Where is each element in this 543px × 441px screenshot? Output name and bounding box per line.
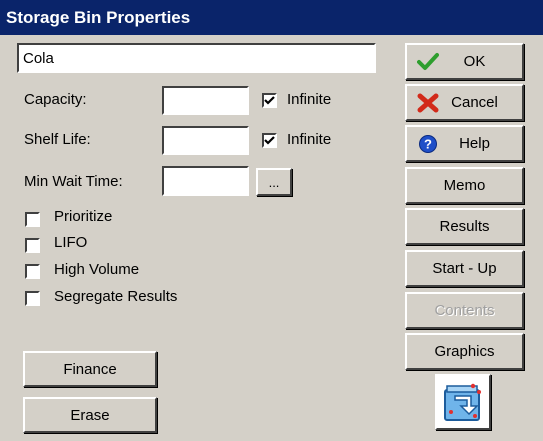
- prioritize-checkbox[interactable]: [25, 212, 40, 227]
- start-up-button[interactable]: Start - Up: [405, 250, 524, 287]
- memo-button[interactable]: Memo: [405, 167, 524, 204]
- help-button-label: Help: [459, 135, 490, 152]
- shelf-life-infinite-label: Infinite: [287, 131, 332, 148]
- capacity-input[interactable]: [162, 86, 249, 115]
- shelf-life-infinite-checkbox[interactable]: [262, 133, 277, 148]
- name-field[interactable]: [17, 43, 376, 73]
- high-volume-checkbox[interactable]: [25, 264, 40, 279]
- min-wait-time-browse-button[interactable]: ...: [256, 168, 292, 196]
- help-button[interactable]: ? Help: [405, 125, 524, 162]
- browse-label: ...: [268, 174, 280, 190]
- segregate-results-label: Segregate Results: [54, 288, 178, 305]
- checkmark-icon: [264, 96, 275, 105]
- help-icon: ?: [417, 133, 439, 155]
- svg-text:?: ?: [424, 136, 432, 151]
- results-button-label: Results: [439, 218, 490, 235]
- storage-bin-graphic-button[interactable]: [435, 374, 491, 430]
- contents-button[interactable]: Contents: [405, 292, 524, 329]
- check-icon: [417, 51, 439, 73]
- prioritize-label: Prioritize: [54, 208, 113, 225]
- x-icon: [417, 92, 439, 114]
- start-up-button-label: Start - Up: [432, 260, 497, 277]
- results-button[interactable]: Results: [405, 208, 524, 245]
- memo-button-label: Memo: [443, 177, 486, 194]
- lifo-label: LIFO: [54, 234, 88, 251]
- finance-button[interactable]: Finance: [23, 351, 157, 387]
- erase-button[interactable]: Erase: [23, 397, 157, 433]
- capacity-infinite-checkbox[interactable]: [262, 93, 277, 108]
- graphics-button-label: Graphics: [434, 343, 495, 360]
- storage-bin-icon: [444, 383, 481, 421]
- ok-button-label: OK: [463, 53, 486, 70]
- title-bar: Storage Bin Properties: [0, 0, 543, 35]
- checkmark-icon: [264, 136, 275, 145]
- lifo-checkbox[interactable]: [25, 238, 40, 253]
- graphics-button[interactable]: Graphics: [405, 333, 524, 370]
- shelf-life-label: Shelf Life:: [24, 131, 91, 148]
- capacity-infinite-label: Infinite: [287, 91, 332, 108]
- high-volume-label: High Volume: [54, 261, 140, 278]
- shelf-life-input[interactable]: [162, 126, 249, 155]
- storage-bin-properties-dialog: Storage Bin Properties Capacity: Infinit…: [0, 0, 543, 441]
- cancel-button-label: Cancel: [451, 94, 498, 111]
- finance-button-label: Finance: [63, 360, 117, 378]
- segregate-results-checkbox[interactable]: [25, 291, 40, 306]
- cancel-button[interactable]: Cancel: [405, 84, 524, 121]
- ok-button[interactable]: OK: [405, 43, 524, 80]
- capacity-label: Capacity:: [24, 91, 87, 108]
- erase-button-label: Erase: [70, 406, 110, 424]
- min-wait-time-label: Min Wait Time:: [24, 173, 123, 190]
- min-wait-time-input[interactable]: [162, 166, 249, 196]
- contents-button-label: Contents: [434, 302, 495, 319]
